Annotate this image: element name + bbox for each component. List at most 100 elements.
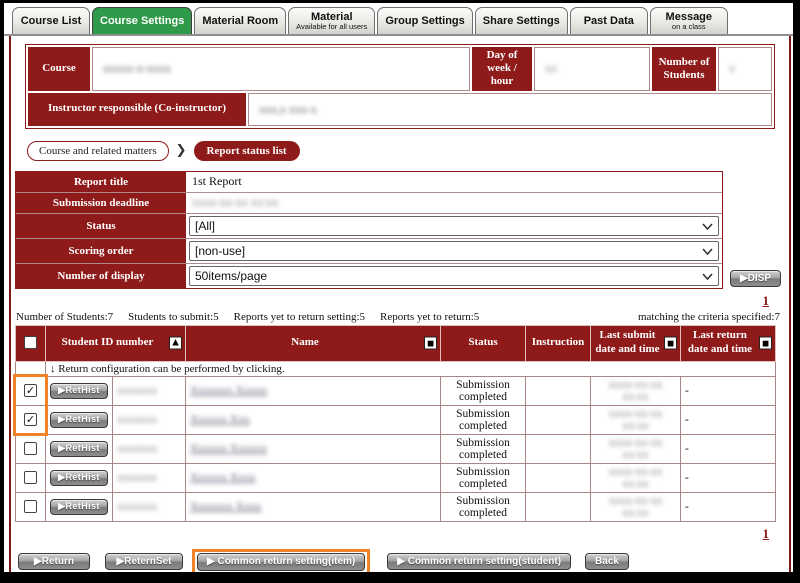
course-info-panel: Course xxxxx-x-xxxx Day of week / hour x…	[25, 44, 775, 129]
last-submit-redacted: xxxx-xx-xx xx:xx	[595, 437, 676, 461]
scoring-order-select[interactable]: [non-use]	[189, 241, 719, 261]
pagination-top: 1	[15, 293, 769, 309]
pagination-bottom: 1	[15, 526, 769, 542]
row-checkbox[interactable]	[24, 442, 37, 455]
scoring-order-select-value: [non-use]	[195, 244, 245, 258]
student-id-redacted: xxxxxxx	[117, 501, 157, 513]
student-name-link[interactable]: Xxxxxxx Xxxxx	[190, 385, 267, 397]
stat-item: Reports yet to return setting:5	[234, 311, 365, 323]
rethist-button[interactable]: ▶RetHist	[50, 499, 108, 515]
display-count-select[interactable]: 50items/page	[189, 266, 719, 286]
sort-toggle-icon[interactable]: ■	[759, 337, 772, 350]
sort-ascending-icon[interactable]: ▲	[169, 337, 182, 350]
content-frame: Course xxxxx-x-xxxx Day of week / hour x…	[9, 36, 791, 572]
tab[interactable]: Material Room	[194, 7, 286, 34]
tab-bar: Course List Course Settings Material Roo…	[4, 3, 793, 36]
instructor-value-cell: xxx,x xxx-x	[248, 93, 772, 126]
note-row: ↓ Return configuration can be performed …	[16, 361, 776, 376]
sort-toggle-icon[interactable]: ■	[664, 337, 677, 350]
instruction-cell	[526, 434, 591, 463]
common-return-setting-item-button[interactable]: ▶ Common return setting(item)	[197, 553, 365, 571]
last-return-cell: -	[681, 434, 776, 463]
num-students-label: Number of Students	[652, 47, 716, 91]
scoring-order-label: Scoring order	[16, 239, 186, 263]
col-last-submit: Last submit date and time	[595, 329, 659, 355]
last-submit-redacted: xxxx-xx-xx xx:xx	[595, 379, 676, 403]
instructor-label: Instructor responsible (Co-instructor)	[28, 93, 246, 126]
status-cell: Submission completed	[441, 405, 526, 434]
back-button[interactable]: Back	[585, 553, 629, 570]
reternset-button[interactable]: ▶ReternSet	[105, 553, 183, 570]
status-cell: Submission completed	[441, 463, 526, 492]
tab[interactable]: Course List	[12, 7, 90, 34]
chevron-down-icon	[702, 248, 713, 255]
tab[interactable]: Message on a class	[650, 7, 728, 34]
tab[interactable]: Past Data	[570, 7, 648, 34]
row-checkbox[interactable]	[24, 413, 37, 426]
student-name-link[interactable]: Xxxxxx Xxxx	[190, 472, 256, 484]
rethist-button[interactable]: ▶RetHist	[50, 470, 108, 486]
page-number-link[interactable]: 1	[763, 526, 770, 541]
instruction-cell	[526, 405, 591, 434]
num-students-value-cell: x	[718, 47, 772, 91]
col-student-id: Student ID number	[62, 336, 154, 348]
rethist-button[interactable]: ▶RetHist	[50, 412, 108, 428]
tab-sublabel: Available for all users	[296, 23, 367, 31]
last-return-cell: -	[681, 463, 776, 492]
status-cell: Submission completed	[441, 376, 526, 405]
tab-label: Share Settings	[483, 15, 560, 28]
instruction-cell	[526, 492, 591, 521]
table-row: ▶RetHist xxxxxxx Xxxxxxx Xxxx Submission…	[16, 492, 776, 521]
matching-criteria-count: matching the criteria specified:7	[638, 311, 780, 323]
course-value-redacted: xxxxx-x-xxxx	[103, 61, 171, 76]
rethist-button[interactable]: ▶RetHist	[50, 441, 108, 457]
status-cell: Submission completed	[441, 434, 526, 463]
table-header-row: Student ID number▲ Name■ Status Instruct…	[16, 325, 776, 361]
table-row: ▶RetHist xxxxxxx Xxxxxx Xxxx Submission …	[16, 463, 776, 492]
rethist-button[interactable]: ▶RetHist	[50, 383, 108, 399]
col-last-return: Last return date and time	[688, 329, 752, 355]
student-id-redacted: xxxxxxx	[117, 414, 157, 426]
deadline-label: Submission deadline	[16, 193, 186, 213]
tab[interactable]: Group Settings	[377, 7, 472, 34]
instructor-value-redacted: xxx,x xxx-x	[259, 102, 317, 117]
page-number-link[interactable]: 1	[763, 293, 770, 308]
row-checkbox[interactable]	[24, 471, 37, 484]
tab-label: Past Data	[584, 15, 634, 28]
col-status: Status	[468, 336, 497, 348]
tab-sublabel: on a class	[672, 23, 706, 31]
sort-toggle-icon[interactable]: ■	[424, 337, 437, 350]
display-count-select-value: 50items/page	[195, 269, 267, 283]
row-checkbox[interactable]	[24, 500, 37, 513]
student-name-link[interactable]: Xxxxxx Xxxxxx	[190, 443, 267, 455]
instruction-cell	[526, 463, 591, 492]
tab[interactable]: Course Settings	[92, 7, 192, 34]
disp-button[interactable]: ▶DISP	[730, 270, 781, 287]
student-id-redacted: xxxxxxx	[117, 443, 157, 455]
breadcrumb-parent[interactable]: Course and related matters	[27, 141, 169, 161]
tab-label: Material Room	[202, 15, 278, 28]
last-return-cell: -	[681, 376, 776, 405]
col-name: Name	[291, 336, 319, 348]
last-return-cell: -	[681, 405, 776, 434]
tab-label: Course Settings	[100, 15, 184, 28]
tab[interactable]: Material Available for all users	[288, 7, 375, 34]
chevron-down-icon	[702, 273, 713, 280]
select-all-checkbox[interactable]	[24, 336, 37, 349]
student-name-link[interactable]: Xxxxxxx Xxxx	[190, 501, 261, 513]
deadline-value-redacted: xxxx-xx-xx xx:xx	[192, 195, 278, 210]
status-select[interactable]: [All]	[189, 216, 719, 236]
student-id-redacted: xxxxxxx	[117, 385, 157, 397]
filter-area: Report title 1st Report Submission deadl…	[15, 171, 781, 289]
row-checkbox[interactable]	[24, 384, 37, 397]
table-row: ▶RetHist xxxxxxx Xxxxxx Xxxxxx Submissio…	[16, 434, 776, 463]
tab[interactable]: Share Settings	[475, 7, 568, 34]
report-status-table: Student ID number▲ Name■ Status Instruct…	[15, 325, 776, 522]
breadcrumb: Course and related matters ❯ Report stat…	[27, 141, 781, 161]
table-note: ↓ Return configuration can be performed …	[46, 361, 776, 376]
stats-row: Number of Students:7Students to submit:5…	[16, 311, 780, 323]
report-table-wrap: Student ID number▲ Name■ Status Instruct…	[15, 325, 777, 522]
return-button[interactable]: ▶Return	[18, 553, 90, 570]
common-return-setting-student-button[interactable]: ▶ Common return setting(student)	[387, 553, 571, 570]
student-name-link[interactable]: Xxxxxx Xxx	[190, 414, 250, 426]
